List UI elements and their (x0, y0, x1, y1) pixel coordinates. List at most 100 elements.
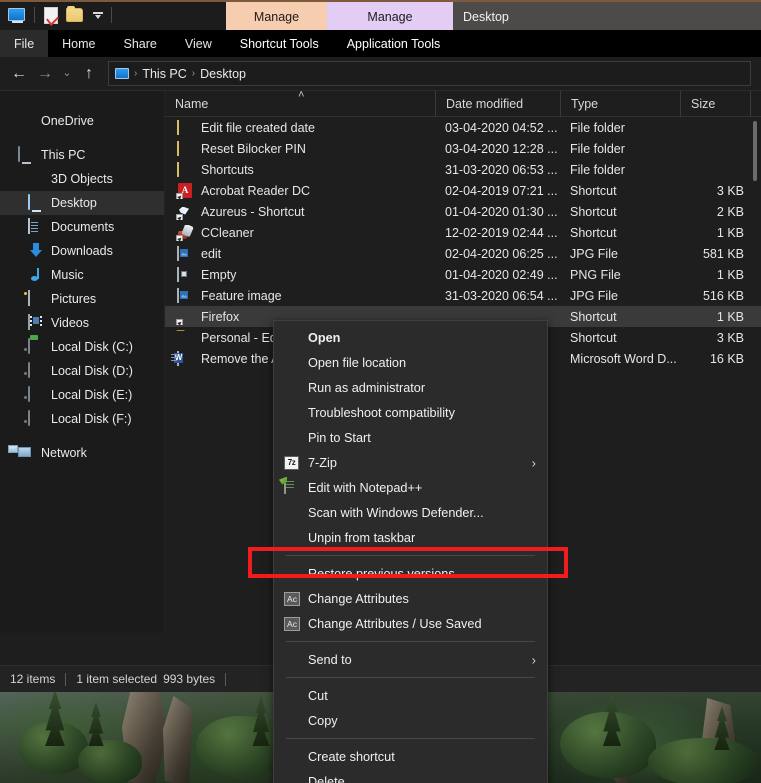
cell-type: Shortcut (570, 309, 617, 324)
toolbar-divider (111, 7, 112, 23)
no-icon (284, 354, 304, 372)
cell-date: 31-03-2020 06:53 ... (445, 162, 558, 177)
sidebar-item-local-disk-f[interactable]: Local Disk (F:) (0, 407, 164, 431)
menu-item-copy[interactable]: Copy (274, 708, 547, 733)
edge-icon (177, 330, 193, 346)
table-row[interactable]: edit 02-04-2020 06:25 ... JPG File 581 K… (165, 243, 761, 264)
sidebar-item-this-pc[interactable]: This PC (0, 143, 164, 167)
tab-home[interactable]: Home (48, 30, 109, 57)
wallpaper-cliff (163, 696, 193, 783)
menu-item-label: Change Attributes / Use Saved (308, 616, 482, 631)
jpg-icon (177, 245, 193, 262)
sidebar-item-downloads[interactable]: Downloads (0, 239, 164, 263)
network-icon (18, 445, 34, 461)
menu-separator (286, 738, 535, 739)
address-bar[interactable]: › This PC › Desktop (108, 61, 751, 86)
menu-item-delete[interactable]: Delete (274, 769, 547, 783)
table-row[interactable]: Edit file created date 03-04-2020 04:52 … (165, 117, 761, 138)
sidebar-item-3d-objects[interactable]: 3D Objects (0, 167, 164, 191)
column-header-size[interactable]: Size (680, 90, 750, 117)
menu-item-edit-with-notepadpp[interactable]: Edit with Notepad++ (274, 475, 547, 500)
contextual-tab-group-shortcut-tools[interactable]: Manage (226, 2, 327, 32)
properties-icon[interactable] (41, 5, 61, 25)
sidebar-item-local-disk-e[interactable]: Local Disk (E:) (0, 383, 164, 407)
breadcrumb-desktop[interactable]: Desktop (200, 67, 246, 81)
table-row[interactable]: Reset Bilocker PIN 03-04-2020 12:28 ... … (165, 138, 761, 159)
menu-item-scan-with-windows-defender[interactable]: Scan with Windows Defender... (274, 500, 547, 525)
back-button[interactable]: ← (6, 61, 32, 87)
menu-item-send-to[interactable]: Send to › (274, 647, 547, 672)
forward-arrow-icon: → (37, 64, 53, 82)
table-row[interactable]: A Acrobat Reader DC 02-04-2019 07:21 ...… (165, 180, 761, 201)
menu-item-troubleshoot-compatibility[interactable]: Troubleshoot compatibility (274, 400, 547, 425)
no-icon (284, 404, 304, 422)
table-row[interactable]: Azureus - Shortcut 01-04-2020 01:30 ... … (165, 201, 761, 222)
pdf-icon: A (176, 182, 193, 199)
tab-file-label: File (14, 36, 35, 51)
tab-application-tools[interactable]: Application Tools (333, 30, 455, 57)
change-attributes-icon: Ac (284, 615, 304, 633)
file-name: Reset Bilocker PIN (201, 141, 306, 156)
ribbon-tab-strip: File Home Share View Shortcut Tools Appl… (0, 30, 761, 57)
tab-shortcut-tools-label: Shortcut Tools (239, 36, 319, 51)
menu-item-create-shortcut[interactable]: Create shortcut (274, 744, 547, 769)
tab-file[interactable]: File (0, 30, 49, 57)
no-icon (284, 651, 304, 669)
menu-item-7-zip[interactable]: 7z 7-Zip › (274, 450, 547, 475)
cell-name: edit (165, 245, 435, 262)
menu-separator (286, 555, 535, 556)
forward-button[interactable]: → (32, 61, 58, 87)
column-header-date-modified[interactable]: Date modified (435, 90, 560, 117)
menu-item-cut[interactable]: Cut (274, 683, 547, 708)
recent-locations-button[interactable]: ⌄ (58, 61, 76, 87)
new-folder-icon[interactable] (66, 5, 86, 25)
cell-type: Microsoft Word D... (570, 351, 677, 366)
sidebar-item-local-disk-d[interactable]: Local Disk (D:) (0, 359, 164, 383)
png-icon (177, 266, 193, 283)
this-pc-icon[interactable] (8, 5, 28, 25)
cell-size: 3 KB (716, 183, 744, 198)
sidebar-item-label: Desktop (51, 196, 97, 210)
screen: Manage Manage Desktop File Home Share Vi… (0, 0, 761, 783)
menu-item-label: 7-Zip (308, 455, 337, 470)
breadcrumb-separator: › (134, 68, 138, 79)
sidebar-item-network[interactable]: Network (0, 441, 164, 465)
table-row[interactable]: Shortcuts 31-03-2020 06:53 ... File fold… (165, 159, 761, 180)
file-name: Empty (201, 267, 237, 282)
up-button[interactable]: ↑ (76, 61, 102, 87)
menu-item-open-file-location[interactable]: Open file location (274, 350, 547, 375)
file-name: Acrobat Reader DC (201, 183, 311, 198)
cell-date: 01-04-2020 02:49 ... (445, 267, 558, 282)
menu-item-restore-previous-versions[interactable]: Restore previous versions (274, 561, 547, 586)
sidebar-item-videos[interactable]: Videos (0, 311, 164, 335)
sidebar-item-documents[interactable]: Documents (0, 215, 164, 239)
menu-item-open[interactable]: Open (274, 325, 547, 350)
cell-size: 3 KB (716, 330, 744, 345)
customize-quick-access-icon[interactable] (91, 6, 105, 24)
tab-view[interactable]: View (171, 30, 226, 57)
sidebar-item-onedrive[interactable]: OneDrive (0, 109, 164, 133)
tab-share[interactable]: Share (110, 30, 171, 57)
column-header-name[interactable]: Name ˄ (165, 89, 435, 117)
column-header-type[interactable]: Type (560, 90, 680, 117)
menu-item-label: Send to (308, 652, 352, 667)
breadcrumb-this-pc[interactable]: This PC (142, 67, 186, 81)
sidebar-item-desktop[interactable]: Desktop (0, 191, 164, 215)
contextual-tab-group-application-tools[interactable]: Manage (327, 2, 453, 32)
status-selection-size: 993 bytes (163, 672, 216, 686)
table-row[interactable]: CCleaner 12-02-2019 02:44 ... Shortcut 1… (165, 222, 761, 243)
menu-item-run-as-administrator[interactable]: Run as administrator (274, 375, 547, 400)
cell-name: Edit file created date (165, 119, 435, 136)
sidebar-item-music[interactable]: Music (0, 263, 164, 287)
cell-type: Shortcut (570, 330, 617, 345)
tab-shortcut-tools[interactable]: Shortcut Tools (226, 30, 333, 57)
menu-item-unpin-from-taskbar[interactable]: Unpin from taskbar (274, 525, 547, 550)
sidebar-item-pictures[interactable]: Pictures (0, 287, 164, 311)
vertical-scrollbar-thumb[interactable] (753, 121, 757, 181)
sidebar-item-local-disk-c[interactable]: Local Disk (C:) (0, 335, 164, 359)
table-row[interactable]: Empty 01-04-2020 02:49 ... PNG File 1 KB (165, 264, 761, 285)
table-row[interactable]: Feature image 31-03-2020 06:54 ... JPG F… (165, 285, 761, 306)
menu-item-pin-to-start[interactable]: Pin to Start (274, 425, 547, 450)
menu-item-change-attributes[interactable]: Ac Change Attributes (274, 586, 547, 611)
menu-item-change-attributes-use-saved[interactable]: Ac Change Attributes / Use Saved (274, 611, 547, 636)
